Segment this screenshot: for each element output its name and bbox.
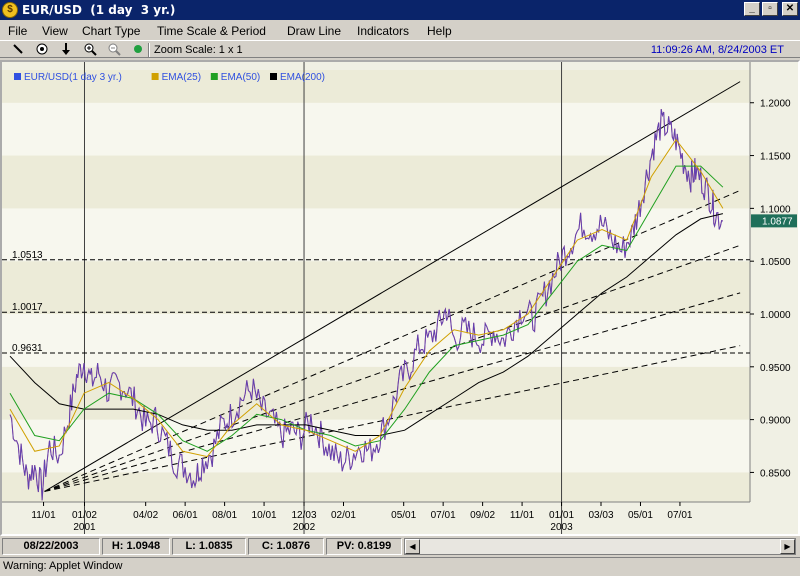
menu-draw-line[interactable]: Draw Line [287,24,341,38]
applet-warning: Warning: Applet Window [0,557,800,576]
x-tick-label: 07/01 [431,510,456,521]
y-tick-label: 1.1000 [760,204,791,215]
radio-target-icon[interactable] [34,42,50,57]
toolbar-separator [148,43,150,57]
menu-indicators[interactable]: Indicators [357,24,409,38]
draw-line-icon[interactable] [10,42,26,57]
x-tick-label: 01/02 [72,510,97,521]
x-tick-label: 10/01 [252,510,277,521]
window-title: EUR/USD (1 day 3 yr.) [22,3,176,17]
applet-window: $ EUR/USD (1 day 3 yr.) _ ▫ ✕ File View … [0,0,800,576]
status-close: C: 1.0876 [248,538,324,555]
y-tick-label: 1.0000 [760,310,791,321]
chart-band [2,261,750,314]
horizontal-scrollbar[interactable]: ◀ ▶ [404,538,796,555]
price-axis-panel [750,62,798,534]
clock-readout: 11:09:26 AM, 8/24/2003 ET [650,44,784,56]
menu-file[interactable]: File [8,24,27,38]
scroll-left-button[interactable]: ◀ [405,539,420,554]
zoom-scale-label: Zoom Scale: 1 x 1 [154,44,243,56]
x-tick-label: 09/02 [470,510,495,521]
chart-band [2,366,750,420]
x-tick-label: 11/01 [510,510,535,521]
scroll-right-button[interactable]: ▶ [780,539,795,554]
dollar-app-icon: $ [2,2,18,18]
y-tick-label: 1.0500 [760,257,791,268]
status-low: L: 1.0835 [172,538,246,555]
minimize-button[interactable]: _ [744,2,760,16]
status-high: H: 1.0948 [102,538,170,555]
chart-area[interactable]: 1.0513 1.0017 0.9631 1.2000 1.1500 1.1000 1.05… [0,60,800,536]
window-controls: _ ▫ ✕ [744,2,798,16]
x-tick-label: 03/03 [588,510,613,521]
x-tick-label: 12/03 [292,510,317,521]
x-tick-label: 05/01 [628,510,653,521]
x-tick-label: 08/01 [212,510,237,521]
close-button[interactable]: ✕ [782,2,798,16]
legend-label: EMA(200) [280,72,325,83]
fib-level-label: 1.0017 [12,302,43,313]
menu-chart-type[interactable]: Chart Type [82,24,140,38]
x-tick-label: 06/01 [173,510,198,521]
price-chart[interactable]: 1.0513 1.0017 0.9631 1.2000 1.1500 1.1000 1.05… [2,62,798,534]
zoom-out-icon[interactable] [106,42,122,57]
status-pv: PV: 0.8199 [326,538,402,555]
status-bar: 08/22/2003 H: 1.0948 L: 1.0835 C: 1.0876… [0,537,800,556]
menu-help[interactable]: Help [427,24,452,38]
last-price-label: 1.0877 [762,216,793,227]
chart-band [2,155,750,209]
menu-bar: File View Chart Type Time Scale & Period… [0,21,800,40]
green-dot-icon[interactable] [130,42,146,57]
fib-level-label: 1.0513 [12,250,43,261]
x-tick-label: 04/02 [133,510,158,521]
legend-label: EMA(50) [221,72,260,83]
chart-band [2,102,750,156]
legend-swatch [270,73,277,80]
legend-swatch [210,73,218,80]
x-tick-label: 11/01 [31,510,56,521]
x-tick-label: 01/01 [549,510,574,521]
year-label: 2003 [550,522,573,533]
menu-time-scale[interactable]: Time Scale & Period [157,24,266,38]
y-tick-label: 0.9500 [760,363,791,374]
x-tick-label: 07/01 [667,510,692,521]
legend-swatch [14,73,21,80]
title-bar[interactable]: $ EUR/USD (1 day 3 yr.) _ ▫ ✕ [0,0,800,20]
fib-level-label: 0.9631 [12,343,43,354]
year-label: 2002 [293,522,316,533]
zoom-in-icon[interactable] [82,42,98,57]
chart-band [2,313,750,367]
menu-view[interactable]: View [42,24,68,38]
y-tick-label: 0.9000 [760,416,791,427]
legend-swatch [151,73,159,80]
toolbar: Zoom Scale: 1 x 1 11:09:26 AM, 8/24/2003… [0,40,800,58]
x-tick-label: 05/01 [391,510,416,521]
status-date: 08/22/2003 [2,538,100,555]
year-label: 2001 [73,522,96,533]
y-tick-label: 0.8500 [760,468,791,479]
x-tick-label: 02/01 [331,510,356,521]
legend-label: EMA(25) [162,72,201,83]
y-tick-label: 1.2000 [760,99,791,110]
down-arrow-icon[interactable] [58,42,74,57]
legend-label: EUR/USD(1 day 3 yr.) [24,72,122,83]
restore-button[interactable]: ▫ [762,2,778,16]
y-tick-label: 1.1500 [760,152,791,163]
